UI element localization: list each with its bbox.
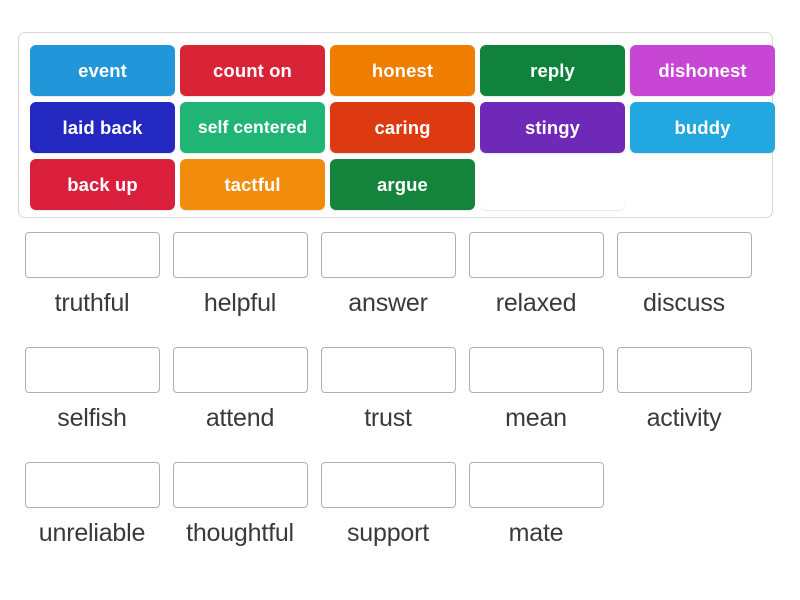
drop-target-box[interactable] [172, 347, 308, 393]
drop-target-box[interactable] [24, 347, 160, 393]
drop-target-box[interactable] [468, 462, 604, 508]
answer-label: answer [348, 289, 428, 317]
drop-target-box[interactable] [616, 232, 752, 278]
answer-cell: thoughtful [166, 462, 314, 577]
answer-cell: attend [166, 347, 314, 462]
answer-label: relaxed [495, 289, 577, 317]
word-tile[interactable]: caring [330, 102, 475, 153]
answer-label: mean [505, 404, 567, 432]
word-tile[interactable]: join [480, 159, 625, 210]
answer-label: attend [205, 404, 275, 432]
answer-cell: helpful [166, 232, 314, 347]
drop-target-box[interactable] [172, 462, 308, 508]
answer-cell: support [314, 462, 462, 577]
match-up-activity: event count on honest reply dishonest laid b… [0, 0, 800, 600]
answer-cell: mean [462, 347, 610, 462]
word-tile[interactable]: argue [330, 159, 475, 210]
drop-target-box[interactable] [24, 462, 160, 508]
drop-target-box[interactable] [468, 347, 604, 393]
answer-cell: relaxed [462, 232, 610, 347]
word-tile[interactable]: honest [330, 45, 475, 96]
drop-target-box[interactable] [616, 347, 752, 393]
answer-label: unreliable [38, 519, 146, 547]
answer-label: trust [364, 404, 412, 432]
word-tile[interactable]: tactful [180, 159, 325, 210]
answer-cell: discuss [610, 232, 758, 347]
answer-label: helpful [203, 289, 277, 317]
answer-label: mate [508, 519, 564, 547]
drop-target-box[interactable] [320, 347, 456, 393]
answer-cell: mate [462, 462, 610, 577]
word-bank-row: back up tactful argue join [30, 159, 761, 210]
answer-cell: unreliable [18, 462, 166, 577]
answer-row: unreliable thoughtful support mate [18, 462, 782, 577]
word-tile[interactable]: stingy [480, 102, 625, 153]
answer-grid: truthful helpful answer relaxed discuss self… [18, 232, 782, 577]
word-tile[interactable]: buddy [630, 102, 775, 153]
answer-label: support [347, 519, 429, 547]
answer-cell: selfish [18, 347, 166, 462]
word-tile[interactable]: self centered [180, 102, 325, 153]
answer-row: truthful helpful answer relaxed discuss [18, 232, 782, 347]
word-bank-row: laid back self centered caring stingy buddy [30, 102, 775, 153]
answer-label: thoughtful [186, 519, 294, 547]
drop-target-box[interactable] [320, 462, 456, 508]
answer-label: discuss [643, 289, 725, 317]
answer-cell: answer [314, 232, 462, 347]
word-tile[interactable]: back up [30, 159, 175, 210]
drop-target-box[interactable] [468, 232, 604, 278]
answer-row: selfish attend trust mean activity [18, 347, 782, 462]
word-bank-panel: event count on honest reply dishonest laid b… [18, 32, 775, 218]
word-tile[interactable]: event [30, 45, 175, 96]
drop-target-box[interactable] [320, 232, 456, 278]
answer-cell: trust [314, 347, 462, 462]
word-tile[interactable]: dishonest [630, 45, 775, 96]
answer-label: truthful [54, 289, 130, 317]
answer-cell: truthful [18, 232, 166, 347]
drop-target-box[interactable] [172, 232, 308, 278]
drop-target-box[interactable] [24, 232, 160, 278]
word-tile[interactable]: reply [480, 45, 625, 96]
word-bank-row: event count on honest reply dishonest [30, 45, 775, 96]
answer-cell: activity [610, 347, 758, 462]
word-tile[interactable]: laid back [30, 102, 175, 153]
answer-label: selfish [57, 404, 127, 432]
answer-label: activity [646, 404, 722, 432]
word-tile[interactable]: count on [180, 45, 325, 96]
